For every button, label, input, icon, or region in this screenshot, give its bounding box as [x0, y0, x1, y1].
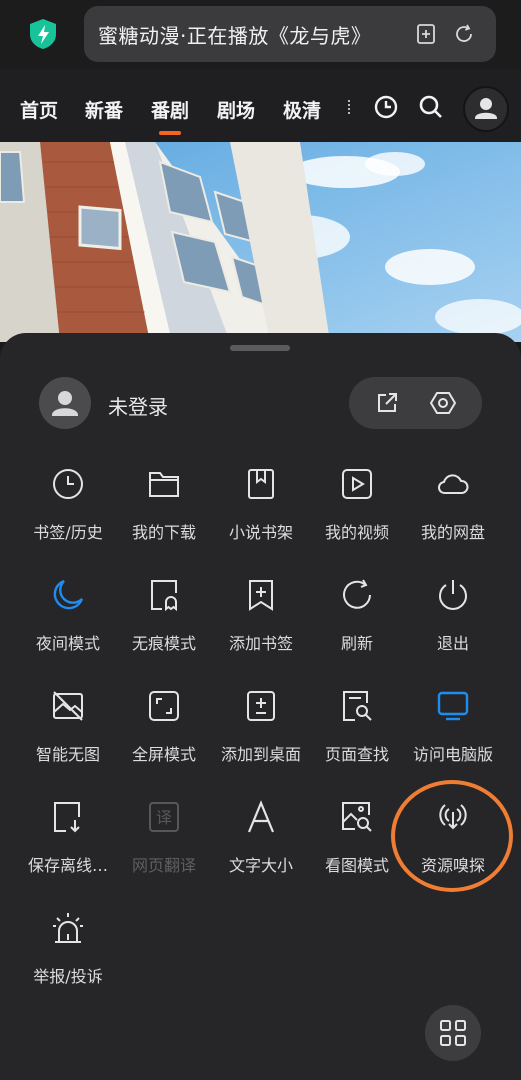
menu-item-bookmarks-history[interactable]: 书签/历史 [18, 467, 118, 547]
book-icon [248, 469, 274, 499]
address-bar: 蜜糖动漫·正在播放《龙与虎》 [0, 0, 521, 70]
url-field[interactable]: 蜜糖动漫·正在播放《龙与虎》 [84, 6, 496, 62]
share-icon[interactable] [374, 390, 400, 416]
menu-item-refresh[interactable]: 刷新 [307, 578, 407, 658]
menu-item-incognito[interactable]: 无痕模式 [114, 578, 214, 658]
menu-item-find-in-page[interactable]: 页面查找 [307, 689, 407, 769]
more-dots[interactable] [348, 100, 350, 114]
translate-icon: 译 [149, 802, 179, 832]
menu-item-fullscreen[interactable]: 全屏模式 [114, 689, 214, 769]
settings-hex-icon[interactable] [430, 390, 456, 416]
tab-home[interactable]: 首页 [20, 96, 58, 123]
tab-hd[interactable]: 极清 [283, 96, 321, 123]
menu-item-label: 退出 [436, 634, 469, 653]
menu-item-report[interactable]: 举报/投诉 [18, 911, 118, 991]
power-icon [439, 580, 467, 610]
menu-item-label: 我的网盘 [420, 523, 485, 542]
menu-item-label: 举报/投诉 [33, 967, 103, 986]
menu-item-add-bookmark[interactable]: 添加书签 [211, 578, 311, 658]
shield-bolt-icon[interactable] [28, 18, 58, 50]
moon-icon [53, 579, 84, 610]
user-avatar-icon[interactable] [463, 86, 509, 132]
clock-icon [53, 469, 83, 499]
tab-theater[interactable]: 剧场 [217, 96, 255, 123]
svg-text:译: 译 [156, 808, 172, 827]
video-play-icon [342, 469, 372, 499]
add-to-desktop-icon [247, 691, 275, 721]
alarm-report-icon [53, 913, 83, 943]
save-offline-icon [54, 802, 80, 833]
site-nav: 首页 新番 番剧 剧场 极清 [0, 70, 521, 142]
folder-icon [149, 472, 179, 497]
login-status[interactable]: 未登录 [108, 391, 168, 420]
refresh-icon[interactable] [452, 22, 476, 46]
history-clock-icon[interactable] [373, 94, 399, 120]
menu-item-my-videos[interactable]: 我的视频 [307, 467, 407, 547]
sheet-grabber[interactable] [230, 345, 290, 351]
image-search-icon [342, 802, 372, 832]
menu-item-downloads[interactable]: 我的下载 [114, 467, 214, 547]
menu-item-add-to-desktop[interactable]: 添加到桌面 [211, 689, 311, 769]
no-image-icon [53, 691, 83, 721]
page-title: 蜜糖动漫·正在播放《龙与虎》 [98, 24, 372, 48]
menu-item-label: 访问电脑版 [412, 745, 493, 764]
search-icon[interactable] [418, 94, 444, 120]
menu-item-cloud-drive[interactable]: 我的网盘 [403, 467, 503, 547]
menu-item-translate: 译 网页翻译 [114, 800, 214, 880]
menu-item-font-size[interactable]: 文字大小 [211, 800, 311, 880]
highlight-circle-annotation [391, 780, 513, 892]
cloud-icon [438, 474, 469, 494]
actions-pill [349, 377, 482, 429]
ghost-page-icon [151, 580, 177, 612]
refresh-icon [343, 579, 371, 609]
monitor-icon [437, 691, 469, 721]
menu-sheet: 未登录 书签/历史 我的下载 小说书架 我的视频 我的网盘 夜间模式 无痕模式 … [0, 333, 521, 1080]
hero-image [0, 142, 521, 342]
font-size-icon [247, 800, 275, 833]
menu-item-smart-no-image[interactable]: 智能无图 [18, 689, 118, 769]
menu-item-exit[interactable]: 退出 [403, 578, 503, 658]
fullscreen-icon [149, 691, 179, 721]
tab-series[interactable]: 番剧 [151, 96, 189, 135]
bookmark-add-icon [249, 580, 273, 611]
apps-grid-icon[interactable] [425, 1005, 481, 1061]
menu-item-save-offline[interactable]: 保存离线… [18, 800, 118, 880]
menu-item-desktop-version[interactable]: 访问电脑版 [403, 689, 503, 769]
menu-item-novel-shelf[interactable]: 小说书架 [211, 467, 311, 547]
page-search-icon [343, 691, 372, 721]
login-avatar-icon[interactable] [39, 377, 91, 429]
menu-item-night-mode[interactable]: 夜间模式 [18, 578, 118, 658]
tab-new-anime[interactable]: 新番 [85, 96, 123, 123]
add-bookmark-icon[interactable] [414, 22, 438, 46]
